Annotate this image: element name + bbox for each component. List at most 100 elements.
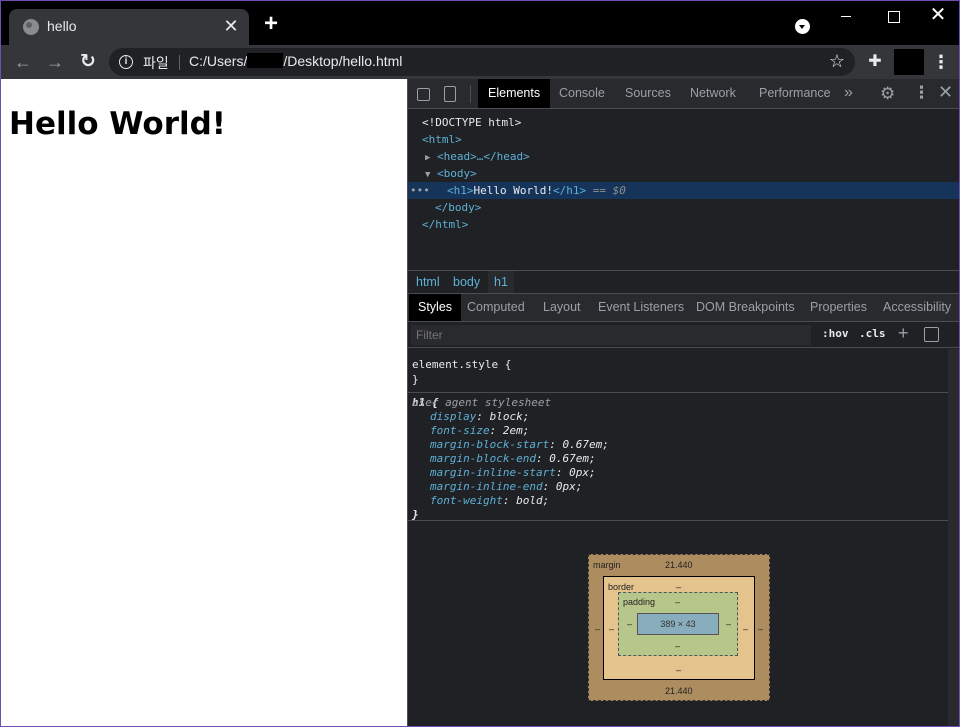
inspect-element-icon[interactable] — [417, 88, 430, 101]
dom-doctype[interactable]: <!DOCTYPE html> — [408, 114, 959, 131]
tab-search-icon[interactable] — [795, 19, 810, 34]
border-top-value[interactable]: – — [676, 582, 681, 592]
element-style-selector[interactable]: element.style { — [412, 358, 511, 372]
dom-h1-selected[interactable]: ••• <h1>Hello World!</h1> == $0 — [408, 182, 959, 199]
browser-menu-icon[interactable]: ⋮ — [931, 51, 951, 73]
tab-sources[interactable]: Sources — [615, 79, 681, 108]
rule-margin-inline-end[interactable]: margin-inline-end: 0px; — [430, 480, 582, 494]
devtools-menu-icon[interactable]: ⋮ — [913, 83, 930, 103]
new-tab-button[interactable]: + — [259, 12, 283, 37]
padding-right-value[interactable]: – — [726, 619, 731, 629]
selected-marker: == $0 — [592, 184, 626, 197]
margin-left-value[interactable]: – — [595, 624, 600, 634]
subtab-event-listeners[interactable]: Event Listeners — [589, 294, 693, 321]
back-button[interactable]: ← — [11, 50, 35, 74]
margin-top-value[interactable]: 21.440 — [665, 560, 693, 570]
border-left-value[interactable]: – — [609, 624, 614, 634]
subtab-computed[interactable]: Computed — [458, 294, 534, 321]
row-dots-icon[interactable]: ••• — [410, 182, 430, 199]
subtab-dom-breakpoints[interactable]: DOM Breakpoints — [687, 294, 804, 321]
styles-scrollbar[interactable] — [948, 349, 959, 726]
dom-body[interactable]: ▼ <body> — [408, 165, 959, 182]
subtab-properties[interactable]: Properties — [801, 294, 876, 321]
h1-text: Hello World! — [473, 184, 553, 197]
close-window-button[interactable]: ✕ — [915, 1, 959, 31]
dom-html[interactable]: <html> — [408, 131, 959, 148]
tab-network[interactable]: Network — [680, 79, 746, 108]
styles-subtabs: Styles Computed Layout Event Listeners D… — [408, 294, 959, 322]
padding-left-value[interactable]: – — [627, 619, 632, 629]
html-open-tag: <html> — [422, 133, 462, 146]
prop-value: block; — [489, 410, 530, 423]
body-open-tag: <body> — [437, 167, 477, 180]
box-model-padding[interactable]: padding – – – – 389 × 43 — [618, 592, 738, 656]
more-tabs-icon[interactable]: » — [844, 84, 853, 102]
device-toolbar-icon[interactable] — [444, 86, 456, 102]
minimize-button[interactable] — [823, 1, 869, 31]
maximize-button[interactable] — [870, 1, 916, 31]
breadcrumb-html[interactable]: html — [410, 271, 446, 293]
subtab-accessibility[interactable]: Accessibility — [874, 294, 959, 321]
border-bottom-value[interactable]: – — [676, 665, 681, 675]
prop-value: 0px; — [555, 480, 583, 493]
prop-name: font-weight — [430, 494, 503, 507]
subtab-styles[interactable]: Styles — [409, 294, 462, 321]
tab-elements[interactable]: Elements — [478, 79, 551, 108]
url-text[interactable]: C:/Users/ /Desktop/hello.html — [189, 53, 402, 69]
dom-head[interactable]: ▶ <head>…</head> — [408, 148, 959, 165]
dom-body-close[interactable]: </body> — [408, 199, 959, 216]
tab-close-icon[interactable]: ✕ — [221, 16, 241, 36]
tab-strip: hello ✕ + ✕ — [1, 1, 959, 45]
devtools-panel: Elements Console Sources Network Perform… — [407, 79, 959, 726]
margin-label: margin — [593, 560, 621, 570]
breadcrumb-h1[interactable]: h1 — [488, 271, 514, 293]
expand-triangle-icon[interactable]: ▶ — [408, 153, 430, 163]
hov-toggle[interactable]: :hov — [822, 327, 849, 340]
forward-button[interactable]: → — [43, 50, 67, 74]
omnibox-separator — [179, 55, 180, 70]
rule-display[interactable]: display: block; — [430, 410, 529, 424]
breadcrumb-body[interactable]: body — [447, 271, 486, 293]
margin-right-value[interactable]: – — [758, 624, 763, 634]
styles-filter-bar: :hov .cls + — [408, 322, 959, 348]
rule-divider — [408, 392, 948, 393]
cls-toggle[interactable]: .cls — [859, 327, 886, 340]
reload-button[interactable]: ↻ — [76, 50, 100, 74]
settings-gear-icon[interactable]: ⚙ — [880, 84, 895, 104]
url-suffix: /Desktop/hello.html — [283, 53, 403, 69]
subtab-layout[interactable]: Layout — [534, 294, 590, 321]
dom-html-close[interactable]: </html> — [408, 216, 959, 233]
rule-margin-block-end[interactable]: margin-block-end: 0.67em; — [430, 452, 596, 466]
collapse-triangle-icon[interactable]: ▼ — [408, 170, 430, 180]
prop-value: 0.67em; — [549, 452, 596, 465]
head-tag: <head>…</head> — [437, 150, 530, 163]
padding-bottom-value[interactable]: – — [675, 641, 680, 651]
tab-console[interactable]: Console — [549, 79, 615, 108]
profile-avatar[interactable] — [894, 49, 924, 75]
devtools-close-icon[interactable]: ✕ — [938, 82, 953, 103]
page-viewport: Hello World! — [1, 79, 407, 726]
box-model-margin[interactable]: margin 21.440 21.440 – – border – – – – … — [588, 554, 770, 701]
toggle-sidebar-icon[interactable] — [924, 327, 939, 342]
address-bar[interactable]: i 파일 C:/Users/ /Desktop/hello.html ☆ — [109, 48, 855, 76]
rule-font-size[interactable]: font-size: 2em; — [430, 424, 529, 438]
rule-margin-block-start[interactable]: margin-block-start: 0.67em; — [430, 438, 609, 452]
new-style-rule-icon[interactable]: + — [898, 323, 909, 344]
rule-margin-inline-start[interactable]: margin-inline-start: 0px; — [430, 466, 596, 480]
padding-label: padding — [623, 597, 656, 607]
rule-font-weight[interactable]: font-weight: bold; — [430, 494, 549, 508]
padding-top-value[interactable]: – — [675, 597, 680, 607]
info-icon[interactable]: i — [119, 55, 133, 69]
border-right-value[interactable]: – — [743, 624, 748, 634]
tab-hello[interactable]: hello ✕ — [9, 9, 249, 45]
bookmark-star-icon[interactable]: ☆ — [829, 51, 845, 72]
extensions-icon[interactable]: ✚ — [865, 52, 885, 72]
box-model-content[interactable]: 389 × 43 — [637, 613, 719, 635]
prop-name: margin-block-start — [430, 438, 550, 451]
styles-filter-input[interactable] — [411, 325, 811, 345]
margin-bottom-value[interactable]: 21.440 — [665, 686, 693, 696]
box-model-border[interactable]: border – – – – padding – – – – 389 × 43 — [603, 576, 755, 680]
border-label: border — [608, 582, 635, 592]
tab-performance[interactable]: Performance — [749, 79, 841, 108]
styles-pane: element.style { } h1 { user agent styles… — [408, 349, 948, 521]
